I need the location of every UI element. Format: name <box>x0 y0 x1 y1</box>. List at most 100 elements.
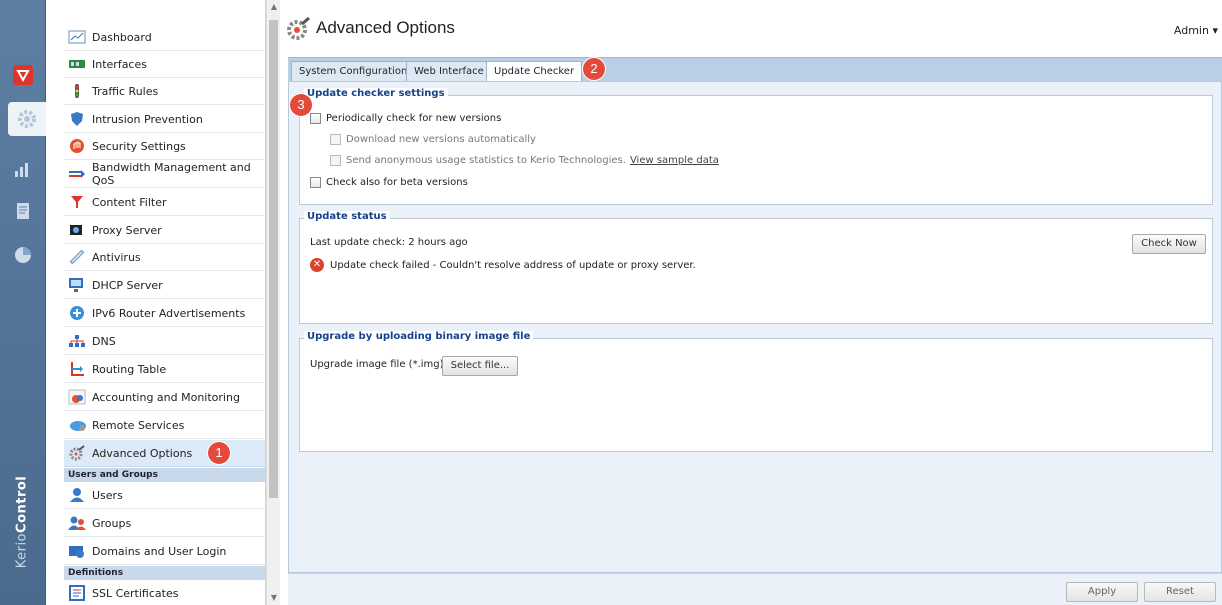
update-status-group: Update status Last update check: 2 hours… <box>299 211 1213 324</box>
nav-item-dashboard[interactable]: Dashboard <box>64 24 265 51</box>
update-checker-settings-group: Update checker settings Periodically che… <box>299 88 1213 205</box>
icon-rail: KerioControl <box>0 0 46 605</box>
traffic-rules-icon <box>68 83 86 99</box>
send-stats-row: Send anonymous usage statistics to Kerio… <box>330 155 719 166</box>
nav-group-users-and-groups: Users and Groups <box>64 468 265 482</box>
nav-group-definitions: Definitions <box>64 566 265 580</box>
routing-icon <box>68 361 86 377</box>
nav-item-ipv6-router-advertisements[interactable]: IPv6 Router Advertisements <box>64 300 265 327</box>
scroll-up-icon[interactable]: ▲ <box>269 2 279 12</box>
tab-strip: System Configuration Web Interface Updat… <box>288 57 1222 83</box>
nav-label: Intrusion Prevention <box>92 112 203 126</box>
nav-label: Traffic Rules <box>92 84 159 98</box>
configuration-gear-icon[interactable] <box>8 102 46 136</box>
scroll-down-icon[interactable]: ▼ <box>269 593 279 603</box>
nav-item-antivirus[interactable]: Antivirus <box>64 244 265 271</box>
nav-item-intrusion-prevention[interactable]: Intrusion Prevention <box>64 106 265 133</box>
nav-item-interfaces[interactable]: Interfaces <box>64 51 265 78</box>
chevron-down-icon: ▾ <box>1208 24 1218 37</box>
nav-label: SSL Certificates <box>92 586 179 600</box>
nav-label: Advanced Options <box>92 446 193 460</box>
footer-bar: Apply Reset <box>288 573 1222 605</box>
auto-download-row: Download new versions automatically <box>330 134 536 145</box>
brand-bold: Control <box>14 475 30 533</box>
annotation-badge-1: 1 <box>208 442 230 464</box>
check-now-button[interactable]: Check Now <box>1132 234 1206 254</box>
beta-check-row[interactable]: Check also for beta versions <box>310 177 468 188</box>
annotation-badge-2: 2 <box>583 58 605 80</box>
statistics-icon[interactable] <box>6 152 40 186</box>
nav-item-dns[interactable]: DNS <box>64 328 265 355</box>
nav-label: Groups <box>92 516 132 530</box>
periodic-check-label: Periodically check for new versions <box>326 113 502 124</box>
last-update-check-text: Last update check: 2 hours ago <box>310 237 468 248</box>
nav-label: Accounting and Monitoring <box>92 390 240 404</box>
nav-item-bandwidth[interactable]: Bandwidth Management and QoS <box>64 161 265 188</box>
nav-item-groups[interactable]: Groups <box>64 510 265 537</box>
navigation-tree: Dashboard Interfaces Traffic Rules Intru… <box>46 0 266 605</box>
cloud-icon <box>68 417 86 433</box>
nav-item-ssl-certificates[interactable]: SSL Certificates <box>64 580 265 605</box>
periodic-check-checkbox[interactable] <box>310 113 321 124</box>
dhcp-icon <box>68 277 86 293</box>
annotation-badge-3: 3 <box>290 94 312 116</box>
advanced-options-gear-icon <box>286 16 312 42</box>
admin-menu[interactable]: Admin ▾ <box>1174 24 1218 37</box>
nav-scrollbar[interactable]: ▲ ▼ <box>266 0 280 605</box>
nav-label: Users <box>92 488 123 502</box>
interfaces-icon <box>68 56 86 72</box>
nav-item-advanced-options[interactable]: Advanced Options <box>64 440 265 467</box>
periodic-check-row[interactable]: Periodically check for new versions <box>310 113 501 124</box>
update-error-row: ✕ Update check failed - Couldn't resolve… <box>310 258 696 272</box>
nav-item-routing-table[interactable]: Routing Table <box>64 356 265 383</box>
dns-icon <box>68 333 86 349</box>
auto-download-label: Download new versions automatically <box>346 134 536 145</box>
tab-system-configuration[interactable]: System Configuration <box>291 61 416 82</box>
nav-item-users[interactable]: Users <box>64 482 265 509</box>
app-window: KerioControl Dashboard Interfaces Traffi… <box>0 0 1222 605</box>
scroll-thumb[interactable] <box>269 20 278 498</box>
nav-item-domains[interactable]: Domains and User Login <box>64 538 265 565</box>
tab-update-checker[interactable]: Update Checker <box>486 61 583 83</box>
nav-item-proxy-server[interactable]: Proxy Server <box>64 217 265 244</box>
gear-icon <box>68 445 86 461</box>
nav-label: Routing Table <box>92 362 167 376</box>
upgrade-group: Upgrade by uploading binary image file U… <box>299 331 1213 452</box>
admin-label: Admin <box>1173 24 1209 37</box>
domain-icon <box>68 543 86 559</box>
upgrade-file-label: Upgrade image file (*.img): <box>310 359 447 370</box>
tab-content: Update checker settings Periodically che… <box>288 81 1222 573</box>
logs-icon[interactable] <box>6 194 40 228</box>
legend-upgrade: Upgrade by uploading binary image file <box>304 331 534 342</box>
nav-item-content-filter[interactable]: Content Filter <box>64 189 265 216</box>
view-sample-data-link[interactable]: View sample data <box>630 155 719 166</box>
send-stats-checkbox <box>330 155 341 166</box>
apply-button[interactable]: Apply <box>1066 582 1138 602</box>
nav-label: Proxy Server <box>92 223 162 237</box>
reset-button[interactable]: Reset <box>1144 582 1216 602</box>
beta-check-checkbox[interactable] <box>310 177 321 188</box>
nav-item-dhcp-server[interactable]: DHCP Server <box>64 272 265 299</box>
legend-update-checker-settings: Update checker settings <box>304 88 448 99</box>
legend-update-status: Update status <box>304 211 390 222</box>
nav-label: Interfaces <box>92 57 147 71</box>
select-file-button[interactable]: Select file... <box>442 356 518 376</box>
nav-item-security-settings[interactable]: Security Settings <box>64 133 265 160</box>
nav-label: Antivirus <box>92 250 141 264</box>
nav-item-accounting[interactable]: Accounting and Monitoring <box>64 384 265 411</box>
nav-item-remote-services[interactable]: Remote Services <box>64 412 265 439</box>
security-icon <box>68 138 86 154</box>
filter-icon <box>68 194 86 210</box>
kerio-logo-icon[interactable] <box>6 58 40 92</box>
user-icon <box>68 487 86 503</box>
nav-label: DHCP Server <box>92 278 163 292</box>
product-brand: KerioControl <box>12 467 32 577</box>
update-error-text: Update check failed - Couldn't resolve a… <box>330 259 696 271</box>
nav-label: Bandwidth Management and QoS <box>92 161 251 187</box>
antivirus-icon <box>68 249 86 265</box>
group-icon <box>68 515 86 531</box>
nav-label: IPv6 Router Advertisements <box>92 306 246 320</box>
status-pie-icon[interactable] <box>6 238 40 272</box>
nav-item-traffic-rules[interactable]: Traffic Rules <box>64 78 265 105</box>
tab-web-interface[interactable]: Web Interface <box>406 61 492 82</box>
